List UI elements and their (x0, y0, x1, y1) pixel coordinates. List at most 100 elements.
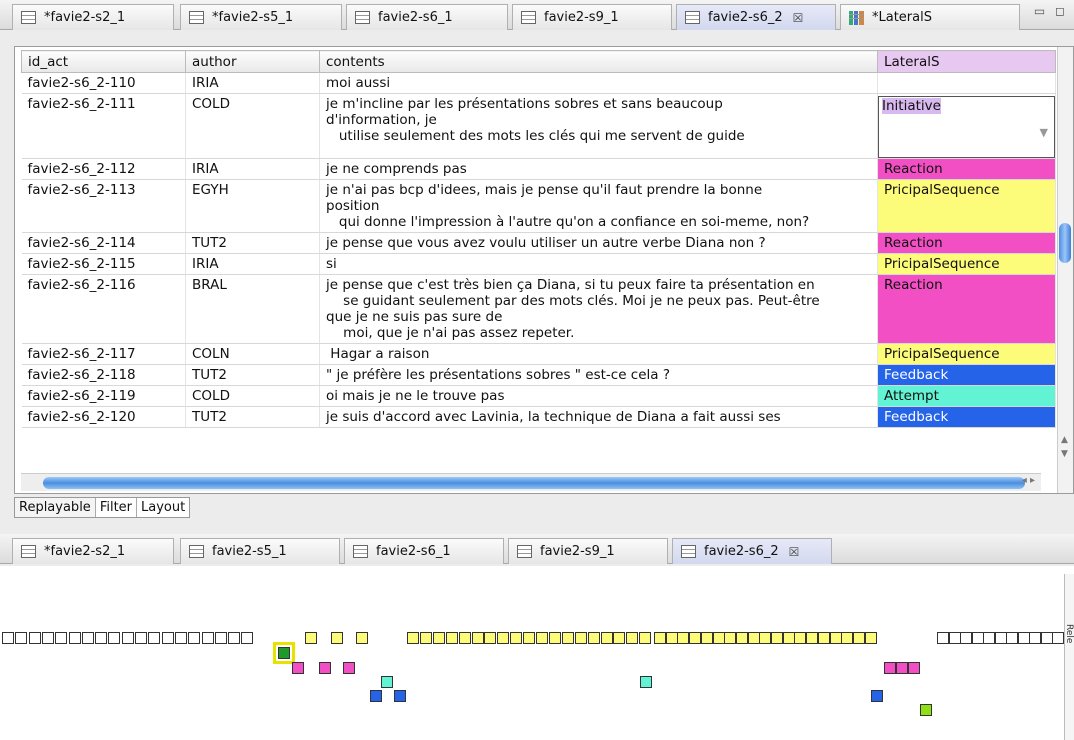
cell-author[interactable]: IRIA (185, 158, 320, 180)
table-row[interactable]: favie2-s6_2-119 COLD oi mais je ne le trou… (21, 385, 1056, 407)
timeline-marker-empty[interactable] (174, 632, 187, 644)
cell-laterals[interactable]: Initiative ▼ (877, 93, 1056, 159)
timeline-marker-empty[interactable] (121, 632, 134, 644)
timeline-marker-empty[interactable] (201, 632, 214, 644)
scroll-arrows[interactable]: ◂ ▸ (1022, 475, 1035, 486)
cell-id[interactable]: favie2-s6_2-112 (21, 158, 186, 180)
timeline-marker-principal[interactable] (600, 632, 613, 644)
timeline-marker-principal[interactable] (864, 632, 877, 644)
cell-author[interactable]: EGYH (185, 179, 320, 233)
cell-author[interactable]: COLD (185, 93, 320, 159)
timeline-marker-principal[interactable] (689, 632, 702, 644)
timeline-marker-principal[interactable] (794, 632, 807, 644)
timeline-marker-principal[interactable] (735, 632, 748, 644)
cell-id[interactable]: favie2-s6_2-119 (21, 385, 186, 407)
timeline-marker-principal[interactable] (852, 632, 865, 644)
column-header-id[interactable]: id_act (21, 50, 186, 73)
horizontal-scroll-thumb[interactable] (43, 477, 1025, 489)
timeline-marker-principal[interactable] (510, 632, 523, 644)
cell-laterals[interactable]: PricipalSequence (877, 343, 1056, 365)
cell-id[interactable]: favie2-s6_2-110 (21, 72, 186, 94)
timeline-marker-empty[interactable] (15, 632, 28, 644)
tab-favie2-s6-2[interactable]: favie2-s6_2 ☒ (672, 538, 832, 564)
timeline-marker-empty[interactable] (1017, 632, 1030, 644)
cell-contents[interactable]: " je préfère les présentations sobres " … (319, 364, 878, 386)
column-header-contents[interactable]: contents (319, 50, 878, 73)
timeline-marker-empty[interactable] (41, 632, 54, 644)
table-row[interactable]: favie2-s6_2-114 TUT2 je pense que vous ave… (21, 232, 1056, 254)
table-row[interactable]: favie2-s6_2-117 COLN Hagar a raison Pricip… (21, 343, 1056, 365)
cell-author[interactable]: IRIA (185, 72, 320, 94)
cell-id[interactable]: favie2-s6_2-115 (21, 253, 186, 275)
side-panel-handle[interactable]: Rele (1064, 574, 1074, 740)
table-row[interactable]: favie2-s6_2-110 IRIA moi aussi (21, 72, 1056, 94)
timeline-marker-principal[interactable] (665, 632, 678, 644)
close-icon[interactable]: ☒ (793, 11, 804, 25)
timeline-marker-empty[interactable] (55, 632, 68, 644)
timeline-marker-principal[interactable] (724, 632, 737, 644)
cell-author[interactable]: TUT2 (185, 364, 320, 386)
tab-filter[interactable]: Filter (96, 498, 138, 517)
table-row[interactable]: favie2-s6_2-115 IRIA si PricipalSequence (21, 253, 1056, 275)
tab-replayable[interactable]: Replayable (15, 498, 96, 517)
timeline-marker-empty[interactable] (135, 632, 147, 644)
timeline-marker-principal[interactable] (613, 632, 626, 644)
cell-contents[interactable]: je m'incline par les présentations sobre… (319, 93, 878, 159)
table-row[interactable]: favie2-s6_2-120 TUT2 je suis d'accord avec… (21, 406, 1056, 428)
column-header-laterals[interactable]: LateralS (877, 50, 1056, 73)
timeline-marker-empty[interactable] (95, 632, 108, 644)
cell-contents[interactable]: je ne comprends pas (319, 158, 878, 180)
timeline-marker-selected[interactable] (278, 647, 290, 659)
cell-id[interactable]: favie2-s6_2-118 (21, 364, 186, 386)
tab-favie2-s6-1[interactable]: favie2-s6_1 (344, 538, 504, 564)
timeline-marker-principal[interactable] (432, 632, 445, 644)
window-controls[interactable]: ▭ ◻ (1034, 4, 1068, 18)
timeline-marker-empty[interactable] (81, 632, 94, 644)
tab-favie2-s2-1[interactable]: *favie2-s2_1 (12, 538, 174, 564)
cell-laterals[interactable]: PricipalSequence (877, 253, 1056, 275)
timeline-marker-principal[interactable] (626, 632, 639, 644)
timeline-marker-principal[interactable] (356, 632, 368, 644)
table-row[interactable]: favie2-s6_2-118 TUT2 " je préfère les prés… (21, 364, 1056, 386)
timeline-marker-empty[interactable] (214, 632, 227, 644)
cell-laterals[interactable]: Reaction (877, 274, 1056, 344)
timeline-marker-principal[interactable] (712, 632, 725, 644)
timeline-marker-empty[interactable] (1006, 632, 1018, 644)
vertical-scrollbar[interactable]: ▲ ▼ (1057, 47, 1073, 493)
cell-author[interactable]: IRIA (185, 253, 320, 275)
cell-contents[interactable]: oi mais je ne le trouve pas (319, 385, 878, 407)
timeline-marker-reaction[interactable] (884, 662, 896, 674)
tab-favie2-s5-1[interactable]: favie2-s5_1 (180, 538, 340, 564)
vertical-scroll-thumb[interactable] (1059, 223, 1071, 263)
timeline-marker-principal[interactable] (419, 632, 432, 644)
timeline-marker-principal[interactable] (407, 632, 419, 644)
timeline-marker-principal[interactable] (759, 632, 772, 644)
timeline-marker-principal[interactable] (471, 632, 484, 644)
cell-id[interactable]: favie2-s6_2-117 (21, 343, 186, 365)
timeline-marker-empty[interactable] (188, 632, 201, 644)
timeline-marker-principal[interactable] (305, 632, 317, 644)
timeline-marker-attempt[interactable] (381, 676, 393, 688)
timeline-marker-principal[interactable] (747, 632, 760, 644)
timeline-marker-principal[interactable] (700, 632, 713, 644)
tab-favie2-s9-1[interactable]: favie2-s9_1 (508, 538, 668, 564)
timeline-marker-principal[interactable] (548, 632, 561, 644)
timeline-marker-empty[interactable] (983, 632, 995, 644)
timeline-marker-empty[interactable] (1040, 632, 1053, 644)
cell-laterals[interactable]: Reaction (877, 232, 1056, 254)
timeline-marker-empty[interactable] (241, 632, 254, 644)
tab-favie2-s5-1[interactable]: *favie2-s5_1 (180, 4, 342, 30)
cell-id[interactable]: favie2-s6_2-116 (21, 274, 186, 344)
timeline-marker-empty[interactable] (960, 632, 972, 644)
cell-laterals[interactable] (877, 72, 1056, 94)
timeline-marker-principal[interactable] (677, 632, 690, 644)
timeline-marker-principal[interactable] (536, 632, 548, 644)
timeline-marker-reaction[interactable] (343, 662, 355, 674)
timeline-marker-feedback[interactable] (871, 690, 883, 702)
timeline-marker-principal[interactable] (445, 632, 458, 644)
timeline-marker-empty[interactable] (1029, 632, 1041, 644)
cell-contents[interactable]: je suis d'accord avec Lavinia, la techni… (319, 406, 878, 428)
timeline-marker-principal[interactable] (771, 632, 783, 644)
timeline-marker-principal[interactable] (561, 632, 574, 644)
tab-laterals[interactable]: *LateralS (840, 4, 1020, 30)
